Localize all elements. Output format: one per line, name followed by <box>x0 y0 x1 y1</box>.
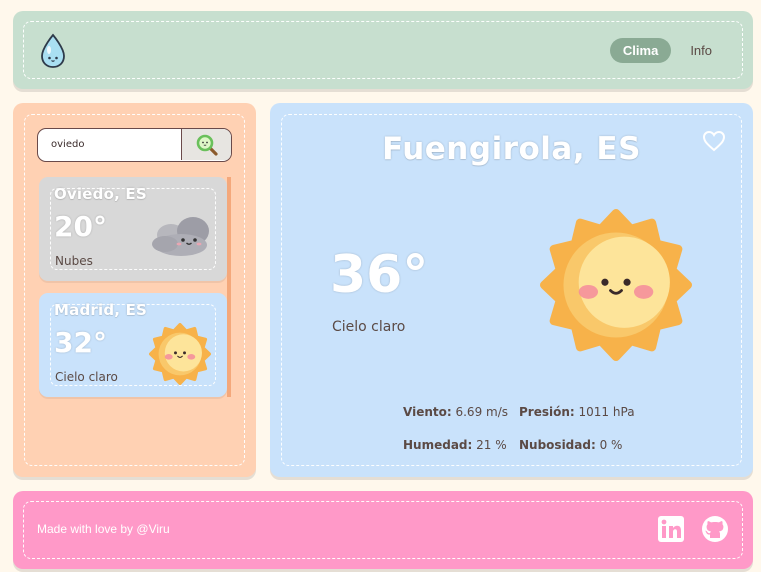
sun-icon <box>149 323 211 385</box>
stat-pressure-value: 1011 hPa <box>578 405 635 419</box>
city-card-madrid[interactable]: Madrid, ES 32° Cielo claro <box>39 293 227 397</box>
current-temperature: 36° <box>330 245 429 305</box>
stat-cloudiness: Nubosidad: 0 % <box>519 438 622 452</box>
github-icon[interactable] <box>701 515 729 543</box>
header-bar: Clima Info <box>13 11 753 89</box>
nav-clima[interactable]: Clima <box>609 38 672 63</box>
search-box <box>37 128 232 162</box>
stat-humidity-value: 21 % <box>476 438 507 452</box>
stat-wind-value: 6.69 m/s <box>455 405 509 419</box>
search-input[interactable] <box>38 129 181 160</box>
card-city-name: Madrid, ES <box>54 301 148 319</box>
card-description: Nubes <box>55 254 93 268</box>
footer-bar: Made with love by @Viru <box>13 491 753 569</box>
current-description: Cielo claro <box>332 319 406 335</box>
current-city-title: Fuengirola, ES <box>382 131 641 167</box>
stat-pressure-label: Presión: <box>519 405 575 419</box>
stat-cloudiness-value: 0 % <box>599 438 623 452</box>
nav-info[interactable]: Info <box>677 38 725 63</box>
city-list[interactable]: Oviedo, ES 20° Nubes Madrid, ES 32° Ciel… <box>39 177 231 397</box>
main-nav: Clima Info <box>609 38 725 63</box>
sun-icon <box>540 209 692 361</box>
heart-icon[interactable] <box>702 130 726 152</box>
city-card-oviedo[interactable]: Oviedo, ES 20° Nubes <box>39 177 227 281</box>
stat-wind-label: Viento: <box>403 405 452 419</box>
stat-pressure: Presión: 1011 hPa <box>519 405 635 419</box>
water-drop-icon[interactable] <box>38 33 68 69</box>
linkedin-icon[interactable] <box>658 516 684 542</box>
magnifier-icon <box>196 134 218 156</box>
stat-humidity-label: Humedad: <box>403 438 473 452</box>
search-button[interactable] <box>181 129 231 160</box>
current-weather-panel: Fuengirola, ES 36° Cielo claro Viento: 6… <box>270 103 753 477</box>
card-description: Cielo claro <box>55 370 118 384</box>
footer-credit: Made with love by @Viru <box>37 522 170 536</box>
card-city-name: Oviedo, ES <box>54 185 147 203</box>
stat-wind: Viento: 6.69 m/s <box>403 405 508 419</box>
card-temperature: 32° <box>54 326 107 359</box>
cloud-icon <box>152 217 209 256</box>
stat-cloudiness-label: Nubosidad: <box>519 438 596 452</box>
city-sidebar: Oviedo, ES 20° Nubes Madrid, ES 32° Ciel… <box>13 103 256 477</box>
card-temperature: 20° <box>54 210 107 243</box>
stat-humidity: Humedad: 21 % <box>403 438 507 452</box>
